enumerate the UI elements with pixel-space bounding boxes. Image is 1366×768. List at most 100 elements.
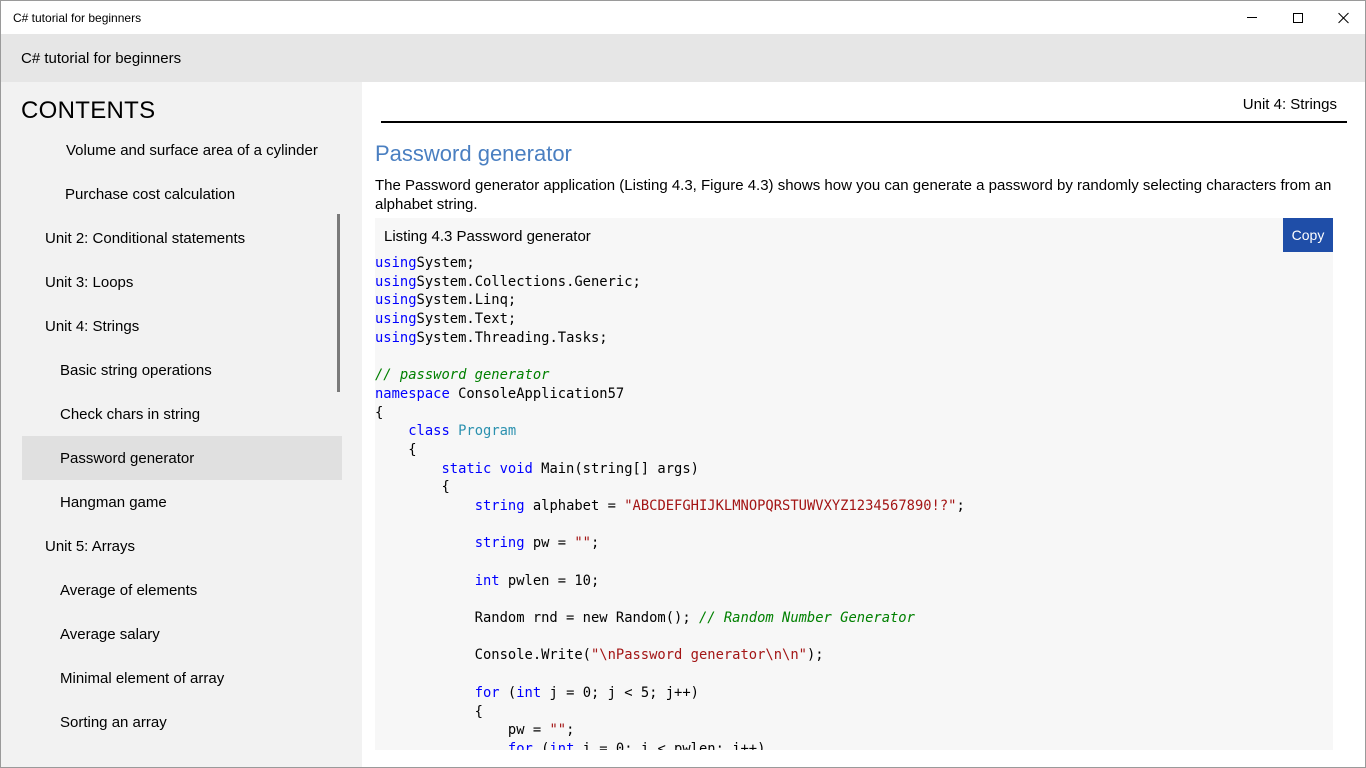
code-line: usingSystem.Collections.Generic;: [375, 273, 1333, 292]
code-token: (: [499, 684, 517, 701]
code-line: usingSystem.Threading.Tasks;: [375, 329, 1333, 348]
listing-caption: Listing 4.3 Password generator: [384, 228, 591, 245]
code-token: ConsoleApplication57: [449, 385, 625, 402]
maximize-button[interactable]: [1275, 1, 1321, 34]
code-token: using: [375, 273, 417, 290]
sidebar-item-label: Unit 4: Strings: [45, 317, 140, 335]
code-token: class: [408, 423, 450, 440]
maximize-icon: [1293, 12, 1303, 23]
code-token: "ABCDEFGHIJKLMNOPQRSTUWVXYZ1234567890!?": [624, 497, 957, 514]
code-token: {: [375, 479, 450, 496]
code-token: using: [375, 329, 417, 346]
sidebar-item-label: Purchase cost calculation: [65, 185, 236, 203]
sidebar-item-label: Minimal element of array: [60, 669, 225, 687]
minimize-icon: [1247, 17, 1257, 18]
code-line: {: [375, 404, 1333, 423]
code-token: "": [549, 722, 567, 739]
app-window: C# tutorial for beginners C# tutorial fo…: [0, 0, 1366, 768]
sidebar-item[interactable]: Unit 3: Loops: [22, 260, 342, 304]
code-token: alphabet =: [524, 497, 625, 514]
page-title: Password generator: [375, 141, 572, 166]
code-token: Random rnd = new Random();: [375, 610, 699, 627]
code-line: Random rnd = new Random(); // Random Num…: [375, 609, 1333, 628]
sidebar-scrollbar[interactable]: [337, 214, 340, 392]
code-token: pw =: [375, 722, 550, 739]
sidebar-item[interactable]: Check chars in string: [22, 392, 342, 436]
code-token: System;: [416, 255, 475, 271]
code-line: class Program: [375, 422, 1333, 441]
sidebar-item-label: Unit 3: Loops: [45, 273, 134, 291]
code-token: for: [474, 684, 500, 701]
main-content: Unit 4: Strings Password generator The P…: [362, 82, 1365, 767]
sidebar-item[interactable]: Volume and surface area of a cylinder: [22, 128, 342, 172]
code-token: j = 0; j < 5; j++): [541, 684, 699, 701]
unit-header: Unit 4: Strings: [1242, 96, 1337, 113]
sidebar-item-label: Password generator: [60, 449, 195, 467]
code-token: {: [375, 441, 417, 458]
code-line: // password generator: [375, 366, 1333, 385]
sidebar-item[interactable]: Unit 4: Strings: [22, 304, 342, 348]
sidebar-item-label: Average salary: [60, 625, 160, 643]
code-line: for (int j = 0; j < 5; j++): [375, 684, 1333, 703]
sidebar-item[interactable]: Unit 5: Arrays: [22, 524, 342, 568]
code-token: Program: [458, 423, 517, 440]
contents-sidebar: CONTENTS Volume and surface area of a cy…: [1, 82, 362, 767]
code-token: pw =: [524, 535, 575, 552]
sidebar-item[interactable]: Hangman game: [22, 480, 342, 524]
close-button[interactable]: [1321, 1, 1365, 34]
copy-button[interactable]: Copy: [1283, 218, 1333, 252]
title-bar: C# tutorial for beginners: [1, 1, 1365, 34]
sidebar-item[interactable]: Sorting an array: [22, 700, 342, 744]
code-token: "": [574, 535, 591, 552]
sidebar-item[interactable]: Purchase cost calculation: [22, 172, 342, 216]
code-line: namespace ConsoleApplication57: [375, 385, 1333, 404]
sidebar-item[interactable]: Basic string operations: [22, 348, 342, 392]
window-title: C# tutorial for beginners: [13, 11, 142, 25]
sidebar-item[interactable]: Average of elements: [22, 568, 342, 612]
code-token: "\nPassword generator\n\n": [590, 647, 807, 664]
code-token: ;: [956, 497, 965, 514]
contents-heading: CONTENTS: [21, 97, 156, 124]
sidebar-item-label: Unit 5: Arrays: [45, 537, 136, 555]
code-line: pw = "";: [375, 721, 1333, 740]
code-listing: Listing 4.3 Password generator Copy usin…: [375, 218, 1333, 750]
sidebar-item-label: Volume and surface area of a cylinder: [66, 141, 318, 159]
code-line: Console.Write("\nPassword generator\n\n"…: [375, 646, 1333, 665]
header-divider: [381, 121, 1347, 123]
code-block[interactable]: using System; usingSystem.Collections.Gene…: [375, 254, 1333, 750]
code-token: for: [507, 740, 533, 750]
code-token: namespace: [375, 385, 450, 402]
sidebar-item-label: Average of elements: [60, 581, 198, 599]
code-token: int: [516, 684, 542, 701]
code-line: string pw = "";: [375, 534, 1333, 553]
intro-paragraph: The Password generator application (List…: [375, 177, 1332, 213]
code-token: // password generator: [375, 367, 550, 384]
code-token: {: [375, 703, 483, 720]
code-token: (: [532, 740, 550, 750]
sidebar-item-label: Unit 2: Conditional statements: [45, 229, 246, 247]
code-line: {: [375, 703, 1333, 722]
sidebar-item-label: Sorting an array: [60, 713, 167, 731]
sidebar-item[interactable]: Unit 2: Conditional statements: [22, 216, 342, 260]
code-token: int: [549, 740, 575, 750]
sidebar-item[interactable]: Average salary: [22, 612, 342, 656]
code-token: ;: [566, 722, 575, 739]
code-token: );: [806, 647, 824, 664]
sidebar-item[interactable]: Password generator: [22, 436, 342, 480]
minimize-button[interactable]: [1229, 1, 1275, 34]
code-line: usingSystem.Linq;: [375, 291, 1333, 310]
app-bar: C# tutorial for beginners: [1, 34, 1365, 82]
sidebar-item[interactable]: Minimal element of array: [22, 656, 342, 700]
code-token: i = 0; i < pwlen; i++): [574, 740, 766, 750]
code-line: int pwlen = 10;: [375, 572, 1333, 591]
